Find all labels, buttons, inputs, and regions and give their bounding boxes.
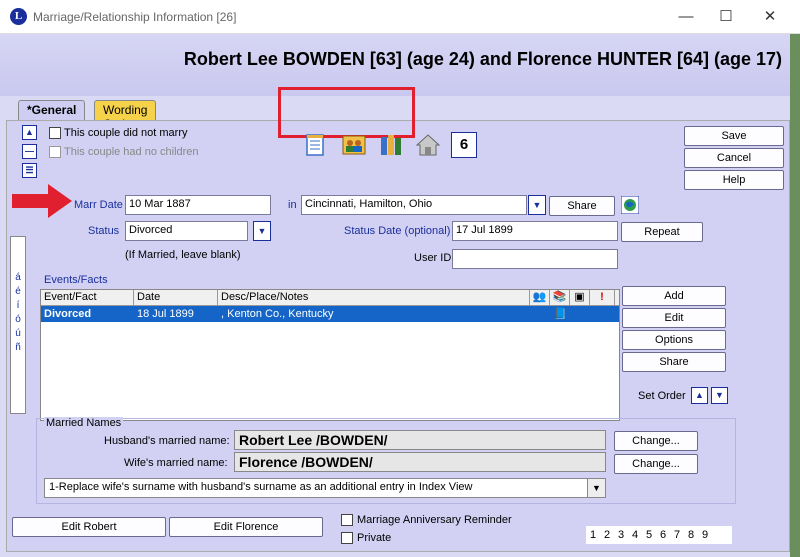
- status-label: Status: [88, 225, 120, 237]
- edit-event-button[interactable]: Edit: [622, 308, 726, 328]
- married-name-option-value: 1-Replace wife's surname with husband's …: [49, 481, 473, 493]
- help-button[interactable]: Help: [684, 170, 784, 190]
- marriage-place-field[interactable]: Cincinnati, Hamilton, Ohio: [301, 195, 527, 215]
- page-5[interactable]: 5: [642, 526, 656, 544]
- user-id-field[interactable]: [452, 249, 618, 269]
- share-event-button[interactable]: Share: [622, 352, 726, 372]
- save-button[interactable]: Save: [684, 126, 784, 146]
- place-dropdown-button[interactable]: ▼: [528, 195, 546, 215]
- col-books-icon: 📚: [550, 290, 570, 306]
- page-4[interactable]: 4: [628, 526, 642, 544]
- page-6[interactable]: 6: [656, 526, 670, 544]
- col-desc-place-notes[interactable]: Desc/Place/Notes: [218, 290, 530, 306]
- move-up-icon[interactable]: ▲: [691, 387, 708, 404]
- calendar-icon[interactable]: 6: [451, 132, 477, 158]
- minus-icon[interactable]: —: [22, 144, 37, 159]
- red-arrow-icon: [12, 184, 72, 218]
- marr-date-field[interactable]: 10 Mar 1887: [125, 195, 271, 215]
- char-e-acute[interactable]: é: [11, 285, 25, 299]
- wife-married-name-field[interactable]: Florence /BOWDEN/: [234, 452, 606, 472]
- options-button[interactable]: Options: [622, 330, 726, 350]
- status-field[interactable]: Divorced: [125, 221, 248, 241]
- page-7[interactable]: 7: [670, 526, 684, 544]
- col-people-icon: 👥: [530, 290, 550, 306]
- private-checkbox[interactable]: [341, 532, 353, 544]
- tab-general[interactable]: *General: [18, 100, 86, 120]
- table-row[interactable]: Divorced 18 Jul 1899 , Kenton Co., Kentu…: [41, 306, 619, 322]
- anniversary-reminder-checkbox[interactable]: [341, 514, 353, 526]
- globe-icon[interactable]: [621, 196, 639, 214]
- books-icon[interactable]: [378, 132, 404, 158]
- set-order-label: Set Order: [638, 390, 686, 402]
- highlight-box: [278, 87, 415, 138]
- list-icon[interactable]: ☰: [22, 163, 37, 178]
- char-i-acute[interactable]: í: [11, 299, 25, 313]
- couple-title: Robert Lee BOWDEN [63] (age 24) and Flor…: [183, 49, 782, 69]
- no-children-label: This couple had no children: [64, 146, 199, 158]
- maximize-button[interactable]: ☐: [704, 4, 748, 30]
- notepad-icon[interactable]: [302, 132, 328, 158]
- change-husband-button[interactable]: Change...: [614, 431, 698, 451]
- events-table-header: Event/Fact Date Desc/Place/Notes 👥 📚 ▣ !: [41, 290, 619, 306]
- married-name-option-select[interactable]: 1-Replace wife's surname with husband's …: [44, 478, 606, 498]
- people-icon[interactable]: [341, 132, 367, 158]
- col-date[interactable]: Date: [134, 290, 218, 306]
- status-hint: (If Married, leave blank): [125, 249, 241, 261]
- no-children-checkbox[interactable]: [49, 146, 61, 158]
- marr-date-label: Marr Date: [74, 199, 123, 211]
- close-button[interactable]: ✕: [748, 4, 792, 30]
- status-date-field[interactable]: 17 Jul 1899: [452, 221, 618, 241]
- repeat-button[interactable]: Repeat: [621, 222, 703, 242]
- page-1[interactable]: 1: [586, 526, 600, 544]
- title-bar: L Marriage/Relationship Information [26]…: [0, 0, 800, 34]
- place-in-label: in: [288, 199, 297, 211]
- event-cell: Divorced: [44, 308, 92, 320]
- edit-florence-button[interactable]: Edit Florence: [169, 517, 323, 537]
- user-id-label: User ID: [414, 252, 452, 264]
- home-icon[interactable]: [415, 132, 441, 158]
- col-event-fact[interactable]: Event/Fact: [41, 290, 134, 306]
- minimize-button[interactable]: —: [664, 4, 708, 30]
- source-icon: 📘: [553, 308, 567, 320]
- char-a-acute[interactable]: á: [11, 271, 25, 285]
- page-9[interactable]: 9: [698, 526, 712, 544]
- col-image-icon: ▣: [570, 290, 590, 306]
- anniversary-reminder-label: Marriage Anniversary Reminder: [357, 514, 512, 526]
- page-8[interactable]: 8: [684, 526, 698, 544]
- page-3[interactable]: 3: [614, 526, 628, 544]
- wife-married-name-label: Wife's married name:: [124, 457, 228, 469]
- did-not-marry-checkbox[interactable]: [49, 127, 61, 139]
- change-wife-button[interactable]: Change...: [614, 454, 698, 474]
- private-label: Private: [357, 532, 392, 544]
- background-strip: [790, 34, 800, 557]
- edit-robert-button[interactable]: Edit Robert: [12, 517, 166, 537]
- husband-married-name-label: Husband's married name:: [104, 435, 230, 447]
- page-number-bar: 123456789: [586, 526, 732, 544]
- did-not-marry-label: This couple did not marry: [64, 127, 188, 139]
- add-event-button[interactable]: Add: [622, 286, 726, 306]
- married-names-label: Married Names: [44, 417, 124, 429]
- col-alert-icon: !: [590, 290, 615, 306]
- app-logo-icon: L: [10, 8, 27, 25]
- char-u-acute[interactable]: ú: [11, 327, 25, 341]
- date-cell: 18 Jul 1899: [137, 308, 194, 320]
- window-title: Marriage/Relationship Information [26]: [33, 10, 237, 24]
- move-down-icon[interactable]: ▼: [711, 387, 728, 404]
- chevron-down-icon[interactable]: ▼: [587, 479, 605, 497]
- status-dropdown-button[interactable]: ▼: [253, 221, 271, 241]
- char-o-acute[interactable]: ó: [11, 313, 25, 327]
- cancel-button[interactable]: Cancel: [684, 148, 784, 168]
- status-date-label: Status Date (optional): [344, 225, 451, 237]
- page-2[interactable]: 2: [600, 526, 614, 544]
- events-label: Events/Facts: [44, 274, 108, 286]
- husband-married-name-field[interactable]: Robert Lee /BOWDEN/: [234, 430, 606, 450]
- share-place-button[interactable]: Share: [549, 196, 615, 216]
- marriage-window: L Marriage/Relationship Information [26]…: [0, 0, 800, 557]
- desc-cell: , Kenton Co., Kentucky: [221, 308, 334, 320]
- special-characters-strip: á é í ó ú ñ: [10, 236, 26, 414]
- events-table: Event/Fact Date Desc/Place/Notes 👥 📚 ▣ !…: [40, 289, 620, 421]
- tab-wording-options[interactable]: Wording Options: [94, 100, 157, 131]
- arrow-up-icon[interactable]: ▲: [22, 125, 37, 140]
- char-n-tilde[interactable]: ñ: [11, 341, 25, 355]
